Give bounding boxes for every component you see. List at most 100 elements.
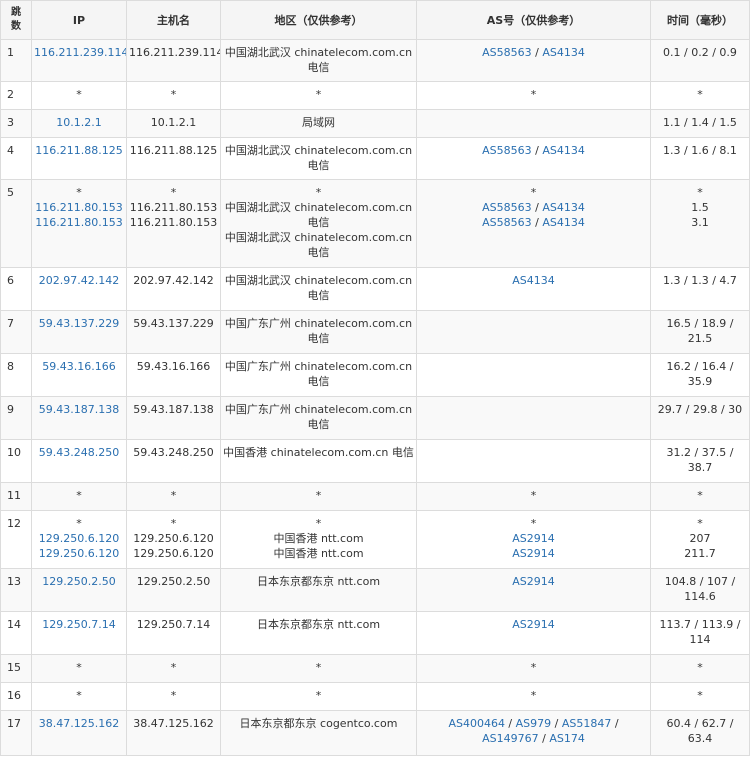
as-link[interactable]: AS2914 [512, 575, 555, 588]
region-text: 中国湖北武汉 chinatelecom.com.cn 电信 [224, 46, 413, 74]
ip-timeout: * [76, 88, 82, 101]
host-cell: 59.43.248.250 [126, 439, 221, 483]
time-cell: 29.7 / 29.8 / 30 [650, 396, 750, 440]
table-row: 6 202.97.42.142 202.97.42.142 中国湖北武汉 chinat… [0, 267, 750, 311]
hop-cell: 14 [0, 611, 32, 655]
hop-number: 4 [7, 144, 14, 157]
region-cell: * [220, 654, 417, 683]
as-line: AS4134 [419, 273, 648, 288]
ip-link[interactable]: 129.250.2.50 [34, 574, 124, 589]
region-text: * [315, 689, 322, 702]
as-line: * [419, 688, 648, 703]
time-cell: * 207 211.7 [650, 510, 750, 569]
region-cell: 中国广东广州 chinatelecom.com.cn 电信 [220, 396, 417, 440]
header-region: 地区（仅供参考） [220, 0, 417, 40]
as-cell: * AS58563 / AS4134 AS58563 / AS4134 [416, 179, 651, 268]
hostname: * [170, 186, 177, 199]
as-link[interactable]: AS4134 [542, 216, 585, 229]
latency-text: 211.7 [684, 547, 716, 560]
as-cell: * [416, 81, 651, 110]
as-link[interactable]: AS4134 [542, 144, 585, 157]
region-text: 中国湖北武汉 chinatelecom.com.cn 电信 [224, 201, 413, 229]
ip-link[interactable]: 202.97.42.142 [34, 273, 124, 288]
table-row: 11 * * * * * [0, 482, 750, 511]
as-link[interactable]: AS58563 [482, 216, 532, 229]
as-link[interactable]: AS979 [516, 717, 552, 730]
hostname: 129.250.2.50 [136, 575, 211, 588]
hop-number: 12 [7, 517, 21, 530]
table-row: 5 * 116.211.80.153 116.211.80.153 * 116.211.8… [0, 179, 750, 268]
table-row: 10 59.43.248.250 59.43.248.250 中国香港 chinate… [0, 439, 750, 483]
as-link[interactable]: AS2914 [512, 618, 555, 631]
region-text: * [315, 489, 322, 502]
hostname: 202.97.42.142 [133, 274, 214, 287]
ip-link[interactable]: 10.1.2.1 [34, 115, 124, 130]
as-link[interactable]: AS58563 [482, 46, 532, 59]
as-link[interactable]: AS174 [549, 732, 585, 745]
ip-link[interactable]: 38.47.125.162 [34, 716, 124, 731]
ip-link[interactable]: 116.211.80.153 [34, 200, 124, 215]
as-link[interactable]: AS149767 [482, 732, 539, 745]
region-text: 中国香港 ntt.com [273, 532, 364, 545]
as-separator: / [531, 46, 543, 59]
hostname: 116.211.80.153 [129, 201, 218, 214]
hop-number: 9 [7, 403, 14, 416]
ip-link[interactable]: 116.211.88.125 [34, 143, 124, 158]
as-link[interactable]: AS51847 [562, 717, 612, 730]
ip-link[interactable]: 129.250.6.120 [34, 546, 124, 561]
hop-cell: 7 [0, 310, 32, 354]
ip-link[interactable]: 116.211.239.114 [34, 45, 126, 60]
as-link[interactable]: AS2914 [512, 547, 555, 560]
ip-link[interactable]: 59.43.16.166 [34, 359, 124, 374]
table-header-row: 跳数 IP 主机名 地区（仅供参考） AS号（仅供参考） 时间（毫秒） [0, 0, 750, 40]
as-line: * [419, 488, 648, 503]
region-text: 中国广东广州 chinatelecom.com.cn 电信 [224, 403, 413, 431]
table-row: 17 38.47.125.162 38.47.125.162 日本东京都东京 coge… [0, 710, 750, 756]
region-cell: * [220, 482, 417, 511]
time-cell: * [650, 682, 750, 711]
as-cell: AS2914 [416, 611, 651, 655]
as-link[interactable]: AS4134 [512, 274, 555, 287]
hop-cell: 3 [0, 109, 32, 138]
ip-link[interactable]: 59.43.248.250 [34, 445, 124, 460]
hop-cell: 4 [0, 137, 32, 180]
ip-link[interactable]: 59.43.187.138 [34, 402, 124, 417]
region-text: 中国广东广州 chinatelecom.com.cn 电信 [224, 360, 413, 388]
as-timeout: * [530, 689, 537, 702]
hop-cell: 9 [0, 396, 32, 440]
as-link[interactable]: AS2914 [512, 532, 555, 545]
host-cell: 202.97.42.142 [126, 267, 221, 311]
as-link[interactable]: AS58563 [482, 201, 532, 214]
hostname: 59.43.16.166 [136, 360, 211, 373]
hop-number: 10 [7, 446, 21, 459]
as-link[interactable]: AS400464 [448, 717, 505, 730]
as-link[interactable]: AS58563 [482, 144, 532, 157]
host-cell: 10.1.2.1 [126, 109, 221, 138]
as-timeout: * [530, 489, 537, 502]
as-line: AS2914 [419, 617, 648, 632]
latency-text: * [697, 186, 703, 199]
latency-text: 60.4 / 62.7 / 63.4 [666, 717, 734, 745]
ip-timeout: * [76, 517, 82, 530]
ip-link[interactable]: 59.43.137.229 [34, 316, 124, 331]
ip-link[interactable]: 129.250.7.14 [34, 617, 124, 632]
latency-text: 16.5 / 18.9 / 21.5 [666, 317, 734, 345]
host-cell: * [126, 482, 221, 511]
as-timeout: * [530, 661, 537, 674]
ip-link[interactable]: 116.211.80.153 [34, 215, 124, 230]
as-link[interactable]: AS4134 [542, 46, 585, 59]
latency-text: * [697, 88, 703, 101]
hop-cell: 8 [0, 353, 32, 397]
as-line: AS58563 / AS4134 [419, 45, 648, 60]
ip-cell: * [31, 682, 127, 711]
ip-timeout: * [76, 689, 82, 702]
ip-link[interactable]: 129.250.6.120 [34, 531, 124, 546]
ip-cell: 38.47.125.162 [31, 710, 127, 756]
table-row: 13 129.250.2.50 129.250.2.50 日本东京都东京 ntt.co… [0, 568, 750, 612]
time-cell: 0.1 / 0.2 / 0.9 [650, 39, 750, 82]
hop-cell: 5 [0, 179, 32, 268]
as-link[interactable]: AS4134 [542, 201, 585, 214]
region-text: 中国湖北武汉 chinatelecom.com.cn 电信 [224, 274, 413, 302]
hostname: 59.43.187.138 [133, 403, 214, 416]
table-row: 4 116.211.88.125 116.211.88.125 中国湖北武汉 chin… [0, 137, 750, 180]
